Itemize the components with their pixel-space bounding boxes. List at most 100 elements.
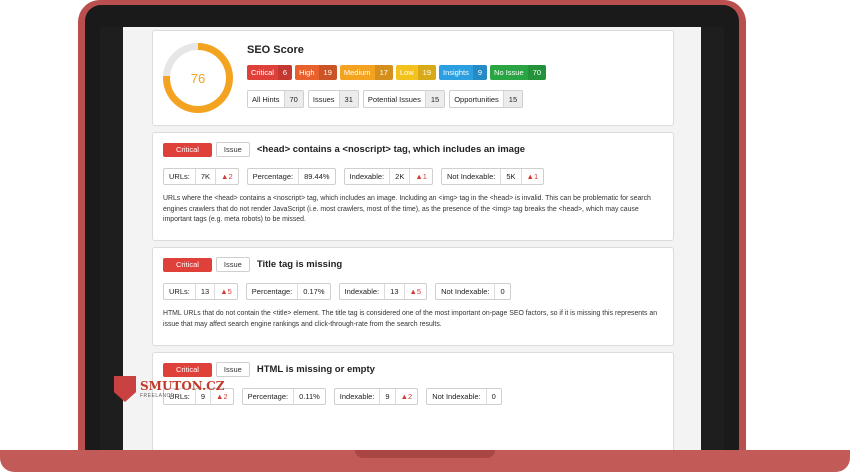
severity-tag[interactable]: Critical — [163, 142, 212, 157]
metric-label: URLs: — [169, 287, 190, 296]
metric-label: URLs: — [169, 172, 190, 181]
badge-label: Medium — [343, 68, 371, 77]
badge-count: 17 — [374, 65, 393, 80]
severity-badges: Critical 6 High 19 Medium 17 Low 19 Insights… — [247, 65, 546, 80]
metric-urls: URLs: 13 ▲5 — [163, 283, 238, 300]
metric-label: Not Indexable: — [432, 392, 481, 401]
metric-delta: ▲1 — [520, 169, 544, 184]
filter-count: 15 — [424, 91, 445, 107]
metric-urls: URLs: 7K ▲2 — [163, 168, 239, 185]
filter-issues[interactable]: Issues 31 — [307, 90, 359, 108]
metric-label: Indexable: — [339, 392, 375, 401]
badge-count: 9 — [472, 65, 488, 80]
issue-card: Critical Issue <head> contains a <noscri… — [152, 132, 674, 241]
badge-label: Low — [399, 68, 414, 77]
smuton-watermark: SMUTON.CZ FREELANCE — [114, 376, 225, 402]
screen-right-margin — [701, 27, 724, 450]
metric-label: Percentage: — [247, 392, 289, 401]
badge-count: 6 — [277, 65, 293, 80]
issue-card: Critical Issue Title tag is missing URLs… — [152, 247, 674, 346]
metric-label: Not Indexable: — [441, 287, 490, 296]
badge-label: Insights — [443, 68, 469, 77]
issue-metrics: URLs: 7K ▲2 Percentage: 89.44% Indexable: 2K… — [163, 168, 545, 185]
metric-label: Percentage: — [252, 172, 294, 181]
metric-percentage: Percentage: 0.17% — [245, 283, 331, 300]
badge-count: 19 — [417, 65, 437, 80]
filter-potential-issues[interactable]: Potential Issues 15 — [362, 90, 446, 108]
filter-count: 15 — [502, 91, 523, 107]
metric-value: 13 — [384, 284, 403, 299]
badge-insights[interactable]: Insights 9 — [439, 65, 488, 80]
metric-value: 5K — [500, 169, 520, 184]
metric-not-indexable: Not Indexable: 0 — [435, 283, 511, 300]
metric-value: 13 — [194, 284, 214, 299]
metric-label: Indexable: — [344, 287, 380, 296]
metric-delta: ▲2 — [215, 169, 238, 184]
issue-header: Critical Issue Title tag is missing — [163, 257, 342, 272]
metric-label: Indexable: — [349, 172, 385, 181]
filter-opportunities[interactable]: Opportunities 15 — [449, 90, 524, 108]
severity-tag[interactable]: Critical — [163, 257, 212, 272]
metric-label: Percentage: — [251, 287, 293, 296]
metric-not-indexable: Not Indexable: 0 — [426, 388, 502, 405]
metric-value: 0 — [494, 284, 509, 299]
type-tag[interactable]: Issue — [215, 257, 250, 272]
metric-percentage: Percentage: 89.44% — [246, 168, 336, 185]
metric-label: Not Indexable: — [446, 172, 496, 181]
badge-label: High — [299, 68, 315, 77]
metric-not-indexable: Not Indexable: 5K ▲1 — [440, 168, 545, 185]
filter-count: 70 — [283, 91, 303, 107]
metric-indexable: Indexable: 2K ▲1 — [343, 168, 433, 185]
metric-value: 2K — [389, 169, 409, 184]
badge-low[interactable]: Low 19 — [395, 65, 437, 80]
seo-score-card: 76 SEO Score Critical 6 High 19 Medium 17 L… — [152, 30, 674, 126]
issue-card: Critical Issue HTML is missing or empty … — [152, 352, 674, 450]
badge-count: 19 — [318, 65, 337, 80]
badge-critical[interactable]: Critical 6 — [247, 65, 293, 80]
metric-indexable: Indexable: 13 ▲5 — [338, 283, 428, 300]
metric-percentage: Percentage: 0.11% — [241, 388, 326, 405]
seo-score-gauge: 76 — [163, 43, 233, 113]
issue-title[interactable]: HTML is missing or empty — [257, 364, 375, 375]
filter-count: 31 — [338, 91, 358, 107]
issue-title[interactable]: <head> contains a <noscript> tag, which … — [257, 144, 525, 155]
metric-delta: ▲1 — [409, 169, 432, 184]
issue-header: Critical Issue HTML is missing or empty — [163, 362, 375, 377]
badge-no-issue[interactable]: No Issue 70 — [490, 65, 546, 80]
metric-indexable: Indexable: 9 ▲2 — [333, 388, 419, 405]
issue-metrics: URLs: 13 ▲5 Percentage: 0.17% Indexable: 13 ▲… — [163, 283, 511, 300]
shield-logo-icon — [114, 376, 136, 402]
issue-description: URLs where the <head> contains a <noscri… — [163, 195, 651, 223]
metric-value: 89.44% — [298, 169, 334, 184]
filter-all-hints[interactable]: All Hints 70 — [247, 90, 304, 108]
metric-value: 0 — [485, 389, 501, 404]
filter-label: Issues — [312, 94, 335, 104]
severity-tag[interactable]: Critical — [163, 362, 212, 377]
laptop-notch — [355, 450, 495, 458]
seo-score-value: 76 — [170, 50, 226, 106]
seo-score-title: SEO Score — [247, 44, 304, 56]
issue-header: Critical Issue <head> contains a <noscri… — [163, 142, 525, 157]
badge-medium[interactable]: Medium 17 — [339, 65, 393, 80]
watermark-subtitle: FREELANCE — [140, 392, 175, 399]
metric-value: 0.11% — [293, 389, 325, 404]
metric-delta: ▲2 — [394, 389, 418, 404]
badge-label: No Issue — [494, 68, 524, 77]
watermark-text: SMUTON.CZ FREELANCE — [140, 378, 225, 399]
metric-value: 7K — [194, 169, 215, 184]
hint-filters: All Hints 70 Issues 31 Potential Issues 15 … — [247, 90, 524, 108]
watermark-title: SMUTON.CZ — [140, 378, 225, 393]
issue-description: HTML URLs that do not contain the <title… — [163, 310, 658, 328]
metric-value: 0.17% — [297, 284, 329, 299]
badge-label: Critical — [251, 68, 274, 77]
issue-title[interactable]: Title tag is missing — [257, 259, 342, 270]
metric-value: 9 — [379, 389, 394, 404]
type-tag[interactable]: Issue — [215, 362, 250, 377]
filter-label: Potential Issues — [367, 94, 421, 104]
badge-high[interactable]: High 19 — [295, 65, 337, 80]
type-tag[interactable]: Issue — [215, 142, 250, 157]
badge-count: 70 — [527, 65, 546, 80]
metric-delta: ▲5 — [403, 284, 427, 299]
filter-label: Opportunities — [454, 94, 499, 104]
metric-delta: ▲5 — [214, 284, 237, 299]
